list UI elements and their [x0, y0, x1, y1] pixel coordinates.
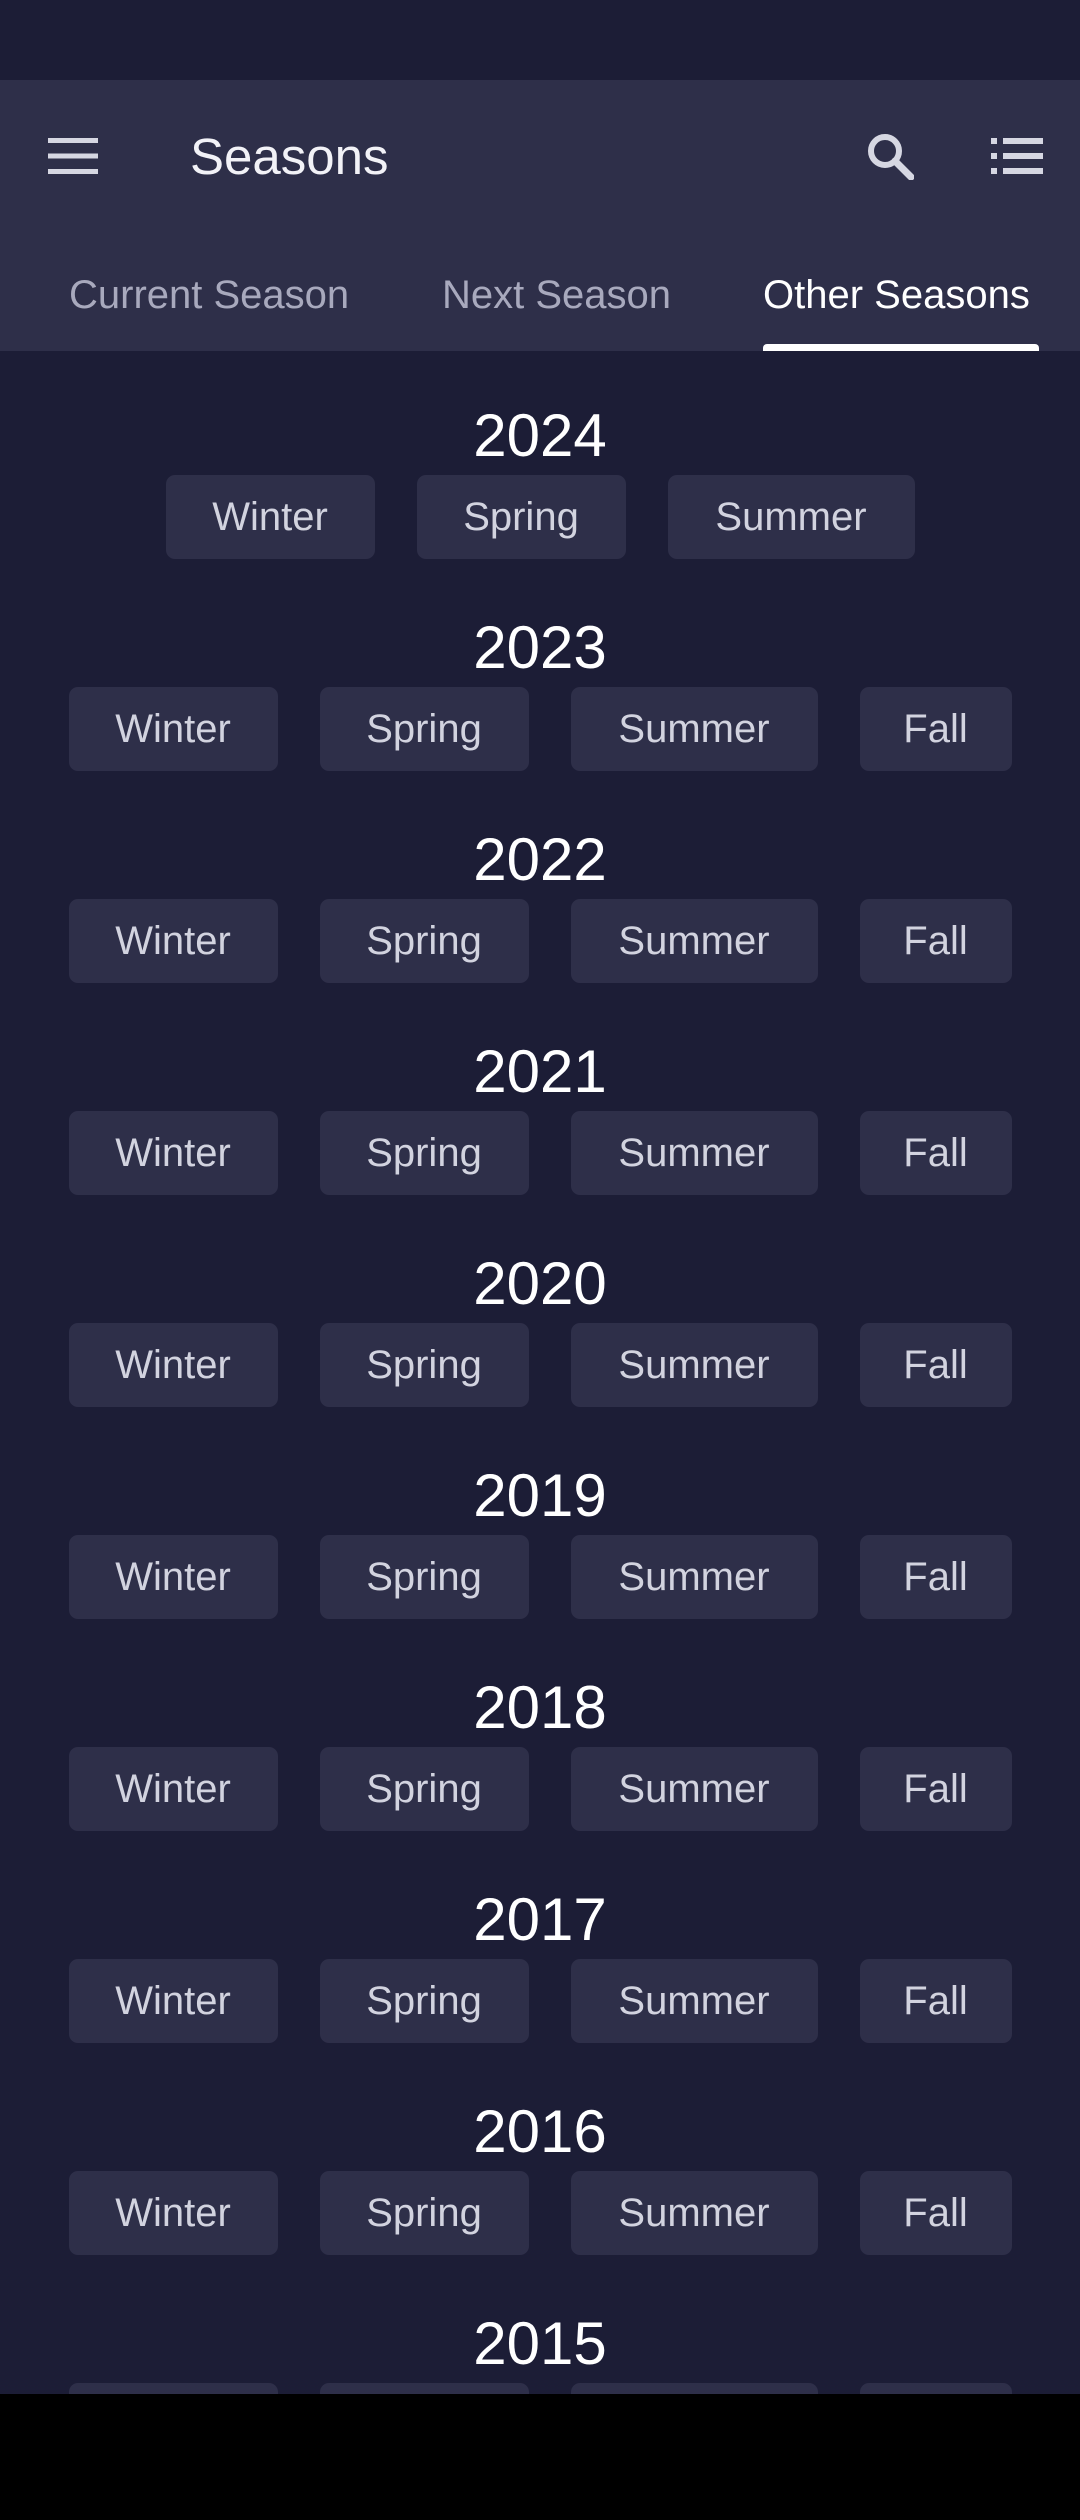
season-button-spring[interactable]: Spring — [319, 1747, 529, 1831]
year-heading: 2017 — [473, 1886, 607, 1953]
season-button-fall[interactable]: Fall — [859, 899, 1012, 983]
season-button-fall[interactable]: Fall — [859, 1111, 1012, 1195]
navigation-bar — [0, 2394, 1080, 2520]
year-heading: 2020 — [473, 1250, 607, 1317]
page-title: Seasons — [190, 128, 389, 185]
list-view-icon — [991, 138, 1043, 174]
year-section: 2021 Winter Spring Summer Fall — [0, 1032, 1080, 1244]
screen: Seasons Current Season Next Season Other… — [0, 0, 1080, 2394]
year-section: 2020 Winter Spring Summer Fall — [0, 1244, 1080, 1456]
season-button-row: Winter Spring Summer Fall — [0, 2171, 1080, 2257]
year-section: 2015 Winter Spring Summer Fall — [0, 2304, 1080, 2394]
season-button-summer[interactable]: Summer — [570, 2171, 818, 2255]
season-button-spring[interactable]: Spring — [319, 2171, 529, 2255]
season-button-fall[interactable]: Fall — [859, 1747, 1012, 1831]
season-button-winter[interactable]: Winter — [68, 2171, 278, 2255]
year-section: 2017 Winter Spring Summer Fall — [0, 1880, 1080, 2092]
season-button-fall[interactable]: Fall — [859, 1535, 1012, 1619]
active-tab-indicator — [763, 344, 1039, 351]
season-button-fall[interactable]: Fall — [859, 2383, 1012, 2394]
season-button-winter[interactable]: Winter — [68, 1959, 278, 2043]
season-button-winter[interactable]: Winter — [68, 1535, 278, 1619]
season-button-row: Winter Spring Summer Fall — [0, 2383, 1080, 2394]
year-heading: 2015 — [473, 2310, 607, 2377]
list-view-button[interactable] — [982, 121, 1052, 191]
season-button-row: Winter Spring Summer Fall — [0, 1535, 1080, 1621]
year-heading: 2018 — [473, 1674, 607, 1741]
seasons-list[interactable]: 2024 Winter Spring Summer 2023 Winter Spring Su… — [0, 351, 1080, 2394]
season-button-winter[interactable]: Winter — [68, 899, 278, 983]
season-button-summer[interactable]: Summer — [570, 687, 818, 771]
season-button-row: Winter Spring Summer Fall — [0, 1747, 1080, 1833]
season-button-row: Winter Spring Summer Fall — [0, 687, 1080, 773]
season-button-winter[interactable]: Winter — [68, 1747, 278, 1831]
season-button-spring[interactable]: Spring — [319, 899, 529, 983]
season-button-summer[interactable]: Summer — [570, 1959, 818, 2043]
year-section: 2024 Winter Spring Summer — [0, 396, 1080, 608]
search-button[interactable] — [855, 121, 925, 191]
season-button-spring[interactable]: Spring — [319, 1959, 529, 2043]
season-button-summer[interactable]: Summer — [570, 899, 818, 983]
season-button-row: Winter Spring Summer Fall — [0, 1959, 1080, 2045]
year-section: 2018 Winter Spring Summer Fall — [0, 1668, 1080, 1880]
season-button-row: Winter Spring Summer — [0, 475, 1080, 561]
season-button-row: Winter Spring Summer Fall — [0, 899, 1080, 985]
season-button-summer[interactable]: Summer — [570, 1747, 818, 1831]
season-button-spring[interactable]: Spring — [319, 2383, 529, 2394]
season-button-winter[interactable]: Winter — [68, 1323, 278, 1407]
season-button-fall[interactable]: Fall — [859, 2171, 1012, 2255]
year-heading: 2016 — [473, 2098, 607, 2165]
season-button-spring[interactable]: Spring — [319, 1111, 529, 1195]
season-button-winter[interactable]: Winter — [68, 1111, 278, 1195]
tab-current-season[interactable]: Current Season — [69, 260, 357, 351]
season-button-spring[interactable]: Spring — [416, 475, 626, 559]
year-heading: 2021 — [473, 1038, 607, 1105]
season-button-summer[interactable]: Summer — [570, 1323, 818, 1407]
season-button-row: Winter Spring Summer Fall — [0, 1323, 1080, 1409]
search-icon — [868, 134, 914, 180]
season-button-winter[interactable]: Winter — [68, 2383, 278, 2394]
year-section: 2023 Winter Spring Summer Fall — [0, 608, 1080, 820]
season-button-row: Winter Spring Summer Fall — [0, 1111, 1080, 1197]
season-button-summer[interactable]: Summer — [570, 2383, 818, 2394]
status-bar — [0, 0, 1080, 80]
season-button-winter[interactable]: Winter — [68, 687, 278, 771]
hamburger-menu-icon — [48, 138, 98, 174]
year-section: 2022 Winter Spring Summer Fall — [0, 820, 1080, 1032]
tab-other-seasons[interactable]: Other Seasons — [763, 260, 1039, 351]
year-heading: 2023 — [473, 614, 607, 681]
season-button-spring[interactable]: Spring — [319, 1323, 529, 1407]
year-heading: 2022 — [473, 826, 607, 893]
season-button-fall[interactable]: Fall — [859, 1959, 1012, 2043]
season-button-summer[interactable]: Summer — [667, 475, 915, 559]
season-button-summer[interactable]: Summer — [570, 1535, 818, 1619]
tab-next-season[interactable]: Next Season — [442, 260, 680, 351]
year-section: 2019 Winter Spring Summer Fall — [0, 1456, 1080, 1668]
season-button-spring[interactable]: Spring — [319, 687, 529, 771]
year-section: 2016 Winter Spring Summer Fall — [0, 2092, 1080, 2304]
year-heading: 2019 — [473, 1462, 607, 1529]
app-bar: Seasons Current Season Next Season Other… — [0, 80, 1080, 351]
year-heading: 2024 — [473, 402, 607, 469]
season-button-fall[interactable]: Fall — [859, 687, 1012, 771]
season-button-summer[interactable]: Summer — [570, 1111, 818, 1195]
menu-button[interactable] — [38, 121, 108, 191]
season-button-spring[interactable]: Spring — [319, 1535, 529, 1619]
season-button-fall[interactable]: Fall — [859, 1323, 1012, 1407]
season-button-winter[interactable]: Winter — [165, 475, 375, 559]
